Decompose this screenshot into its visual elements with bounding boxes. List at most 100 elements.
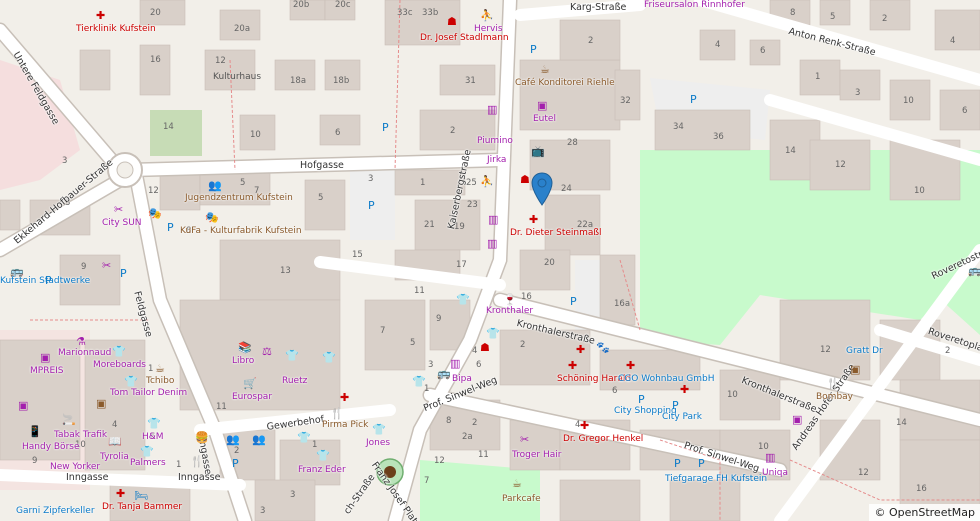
parking-icon[interactable]: P <box>45 275 52 286</box>
poi-uniqa[interactable]: Uniqa <box>762 468 788 478</box>
poi-eurospar[interactable]: Eurospar <box>232 392 272 402</box>
fast-food-icon[interactable]: 🍔 <box>195 432 209 443</box>
poi-tiefgarage[interactable]: Tiefgarage FH Kufstein <box>665 474 767 484</box>
poi-new-yorker[interactable]: New Yorker <box>50 462 100 472</box>
veterinary-icon[interactable]: ✚ <box>96 10 105 21</box>
poi-troger-hair[interactable]: Troger Hair <box>512 450 561 460</box>
community-icon[interactable]: 👥 <box>252 434 266 445</box>
street-label-inngasse[interactable]: Inngasse <box>66 472 108 483</box>
perfume-icon[interactable]: ⚗ <box>76 336 86 347</box>
parking-icon[interactable]: P <box>570 296 577 307</box>
map-canvas[interactable]: 20 20b 20c 33c 33b 20a 16 12 18a 18b 31 … <box>0 0 980 521</box>
shop-icon[interactable]: ▣ <box>40 352 50 363</box>
poi-friseursalon[interactable]: Friseursalon Rinnhofer <box>644 0 745 10</box>
pet-shop-icon[interactable]: 🐾 <box>596 342 610 353</box>
poi-ruetz[interactable]: Ruetz <box>282 376 307 386</box>
poi-franz-eder[interactable]: Franz Eder <box>298 465 346 475</box>
electronics-icon[interactable]: 📺 <box>531 146 545 157</box>
poi-tchibo[interactable]: Tchibo <box>146 376 174 386</box>
bus-stop-icon[interactable]: 🚌 <box>968 265 980 276</box>
poi-tierklinik[interactable]: Tierklinik Kufstein <box>76 24 156 34</box>
theatre-icon[interactable]: 🎭 <box>148 208 162 219</box>
wine-icon[interactable]: 🍷 <box>503 294 517 305</box>
poi-tabak-trafik[interactable]: Tabak Trafik <box>54 430 107 440</box>
bus-stop-icon[interactable]: 🚌 <box>437 368 451 379</box>
hairdresser-icon[interactable]: ✂ <box>520 434 529 445</box>
street-label-inngasse-2[interactable]: Inngasse <box>178 472 220 483</box>
mobile-phone-icon[interactable]: 📱 <box>28 426 42 437</box>
poi-moreboards[interactable]: Moreboards <box>93 360 146 370</box>
clothes-icon[interactable]: 👕 <box>372 424 386 435</box>
poi-dr-josef-stadlmann[interactable]: Dr. Josef Stadlmann <box>420 33 509 43</box>
dentist-icon[interactable]: ☗ <box>447 16 457 27</box>
theatre-icon[interactable]: 🎭 <box>205 212 219 223</box>
poi-cafe-riehle[interactable]: Café Konditorei Riehle <box>515 78 615 88</box>
poi-pirma-pick[interactable]: Pirma Pick <box>322 420 368 430</box>
restaurant-icon[interactable]: 🍴 <box>190 456 204 467</box>
clothes-icon[interactable]: 👕 <box>322 352 336 363</box>
community-centre-icon[interactable]: 👥 <box>208 180 222 191</box>
poi-hervis[interactable]: Hervis <box>474 24 503 34</box>
bakery-icon[interactable]: ⚖ <box>262 346 272 357</box>
clothes-icon[interactable]: 👕 <box>316 450 330 461</box>
doctor-icon[interactable]: ✚ <box>529 214 538 225</box>
dentist-icon[interactable]: ☗ <box>480 342 490 353</box>
poi-marionnaud[interactable]: Marionnaud <box>58 348 111 358</box>
poi-mpreis[interactable]: MPREIS <box>30 366 64 376</box>
poi-kronthaler[interactable]: Kronthaler <box>486 306 533 316</box>
poi-dr-tanja-bammer[interactable]: Dr. Tanja Bammer <box>102 502 182 512</box>
shop-icon[interactable]: ▣ <box>96 398 106 409</box>
doctor-icon[interactable]: ✚ <box>116 488 125 499</box>
map-attribution[interactable]: © OpenStreetMap <box>869 504 980 521</box>
poi-handy-borse[interactable]: Handy Börse <box>22 442 80 452</box>
parking-icon[interactable]: P <box>690 94 697 105</box>
poi-bipa[interactable]: Bipa <box>452 374 472 384</box>
parking-lot-icon[interactable]: P <box>368 200 375 211</box>
poi-bombay[interactable]: Bombay <box>816 392 853 402</box>
shop-icon[interactable]: ▥ <box>487 104 497 115</box>
poi-gratt-dr[interactable]: Gratt Dr <box>846 346 883 356</box>
doctor-icon[interactable]: ✚ <box>626 360 635 371</box>
clothes-icon[interactable]: 👕 <box>456 294 470 305</box>
shop-icon[interactable]: ▥ <box>487 238 497 249</box>
clothes-icon[interactable]: 👕 <box>412 376 426 387</box>
parking-icon[interactable]: P <box>382 122 389 133</box>
doctor-icon[interactable]: ✚ <box>576 344 585 355</box>
poi-jones[interactable]: Jones <box>366 438 390 448</box>
shop-icon[interactable]: ▣ <box>850 364 860 375</box>
doctor-icon[interactable]: ✚ <box>568 360 577 371</box>
clothes-icon[interactable]: 👕 <box>112 346 126 357</box>
dentist-icon[interactable]: ☗ <box>520 174 530 185</box>
parking-icon[interactable]: P <box>232 458 239 469</box>
parking-icon[interactable]: P <box>698 458 705 469</box>
pharmacy-icon[interactable]: ✚ <box>340 392 349 403</box>
poi-city-sun[interactable]: City SUN <box>102 218 142 228</box>
poi-dr-gregor-henkel[interactable]: Dr. Gregor Henkel <box>563 434 643 444</box>
parking-icon[interactable]: P <box>167 222 174 233</box>
poi-cgo-wohnbau[interactable]: CGO Wohnbau GmbH <box>618 374 715 384</box>
books-icon[interactable]: 📚 <box>238 342 252 353</box>
shop-icon[interactable]: ▣ <box>537 100 547 111</box>
poi-tyrolia[interactable]: Tyrolia <box>100 452 129 462</box>
parking-icon[interactable]: P <box>530 44 537 55</box>
location-marker-icon[interactable] <box>531 172 553 206</box>
shop-icon[interactable]: ▥ <box>765 452 775 463</box>
poi-jugendzentrum[interactable]: Jugendzentrum Kufstein <box>185 193 293 203</box>
poi-kufa[interactable]: KuFa - Kulturfabrik Kufstein <box>180 226 302 236</box>
street-label-hofgasse[interactable]: Hofgasse <box>300 160 344 171</box>
street-label-karg-strasse[interactable]: Karg-Straße <box>570 2 626 13</box>
clothes-icon[interactable]: 👕 <box>140 446 154 457</box>
cafe-icon[interactable]: ☕ <box>540 64 550 75</box>
cafe-icon[interactable]: ☕ <box>512 478 522 489</box>
books-icon[interactable]: 📖 <box>108 436 122 447</box>
poi-eutel[interactable]: Eutel <box>533 114 556 124</box>
poi-garni-zipferkeller[interactable]: Garni Zipferkeller <box>16 506 95 516</box>
poi-palmers[interactable]: Palmers <box>130 458 166 468</box>
poi-hm[interactable]: H&M <box>142 432 164 442</box>
clothes-icon[interactable]: 👕 <box>147 418 161 429</box>
bicycle-parking-icon[interactable]: P <box>674 458 681 469</box>
poi-parkcafe[interactable]: Parkcafe <box>502 494 541 504</box>
clothes-icon[interactable]: 👕 <box>297 432 311 443</box>
doctor-icon[interactable]: ✚ <box>680 384 689 395</box>
tobacco-icon[interactable]: 🚬 <box>62 414 76 425</box>
